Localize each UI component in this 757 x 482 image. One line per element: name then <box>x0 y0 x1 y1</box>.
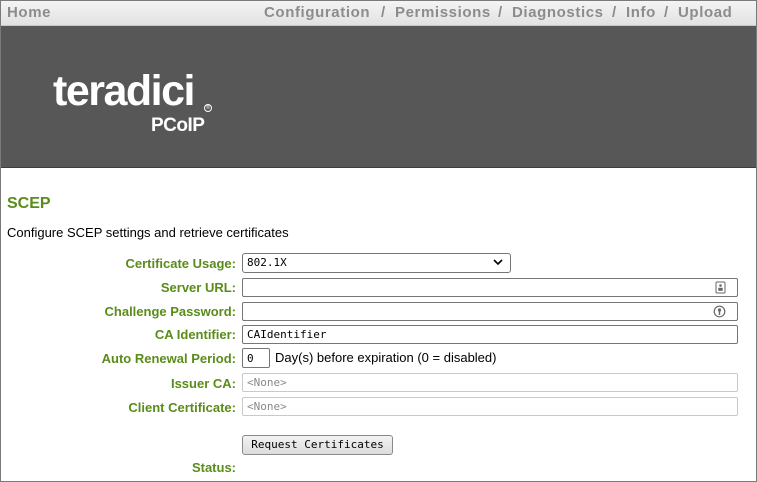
certificate-usage-value: 802.1X <box>247 256 287 269</box>
nav-separator: / <box>498 4 503 21</box>
auto-renewal-label: Auto Renewal Period: <box>101 351 236 366</box>
nav-separator: / <box>664 4 669 21</box>
nav-diagnostics[interactable]: Diagnostics <box>512 4 604 21</box>
registered-mark: ® <box>204 104 212 112</box>
nav-configuration[interactable]: Configuration <box>264 4 370 21</box>
auto-renewal-hint: Day(s) before expiration (0 = disabled) <box>275 350 497 365</box>
nav-separator: / <box>381 4 386 21</box>
pcoip-logo: PCoIP <box>151 115 205 136</box>
page-description: Configure SCEP settings and retrieve cer… <box>7 225 289 240</box>
server-url-input[interactable] <box>242 278 738 297</box>
top-nav: Home Configuration / Permissions / Diagn… <box>1 1 756 26</box>
issuer-ca-label: Issuer CA: <box>170 376 236 391</box>
autofill-icon[interactable] <box>715 281 726 297</box>
auto-renewal-input[interactable]: 0 <box>242 348 270 368</box>
ca-identifier-input[interactable]: CAIdentifier <box>242 325 738 344</box>
ca-identifier-label: CA Identifier: <box>154 327 236 342</box>
password-key-icon[interactable] <box>713 305 726 321</box>
chevron-down-icon <box>493 257 503 270</box>
header-banner: teradici ® PCoIP <box>1 26 756 168</box>
challenge-password-label: Challenge Password: <box>104 304 236 319</box>
certificate-usage-select[interactable]: 802.1X <box>242 253 511 273</box>
teradici-logo: teradici <box>53 67 195 115</box>
issuer-ca-field: <None> <box>242 373 738 392</box>
server-url-label: Server URL: <box>160 280 236 295</box>
request-certificates-button[interactable]: Request Certificates <box>242 435 393 455</box>
challenge-password-input[interactable] <box>242 302 738 321</box>
client-certificate-label: Client Certificate: <box>128 400 236 415</box>
nav-permissions[interactable]: Permissions <box>395 4 491 21</box>
page-title: SCEP <box>7 195 51 212</box>
certificate-usage-label: Certificate Usage: <box>125 256 236 271</box>
nav-upload[interactable]: Upload <box>678 4 732 21</box>
scep-page: Home Configuration / Permissions / Diagn… <box>0 0 757 482</box>
nav-separator: / <box>612 4 617 21</box>
nav-info[interactable]: Info <box>626 4 656 21</box>
nav-home[interactable]: Home <box>7 4 51 21</box>
status-label: Status: <box>191 460 236 475</box>
client-certificate-field: <None> <box>242 397 738 416</box>
